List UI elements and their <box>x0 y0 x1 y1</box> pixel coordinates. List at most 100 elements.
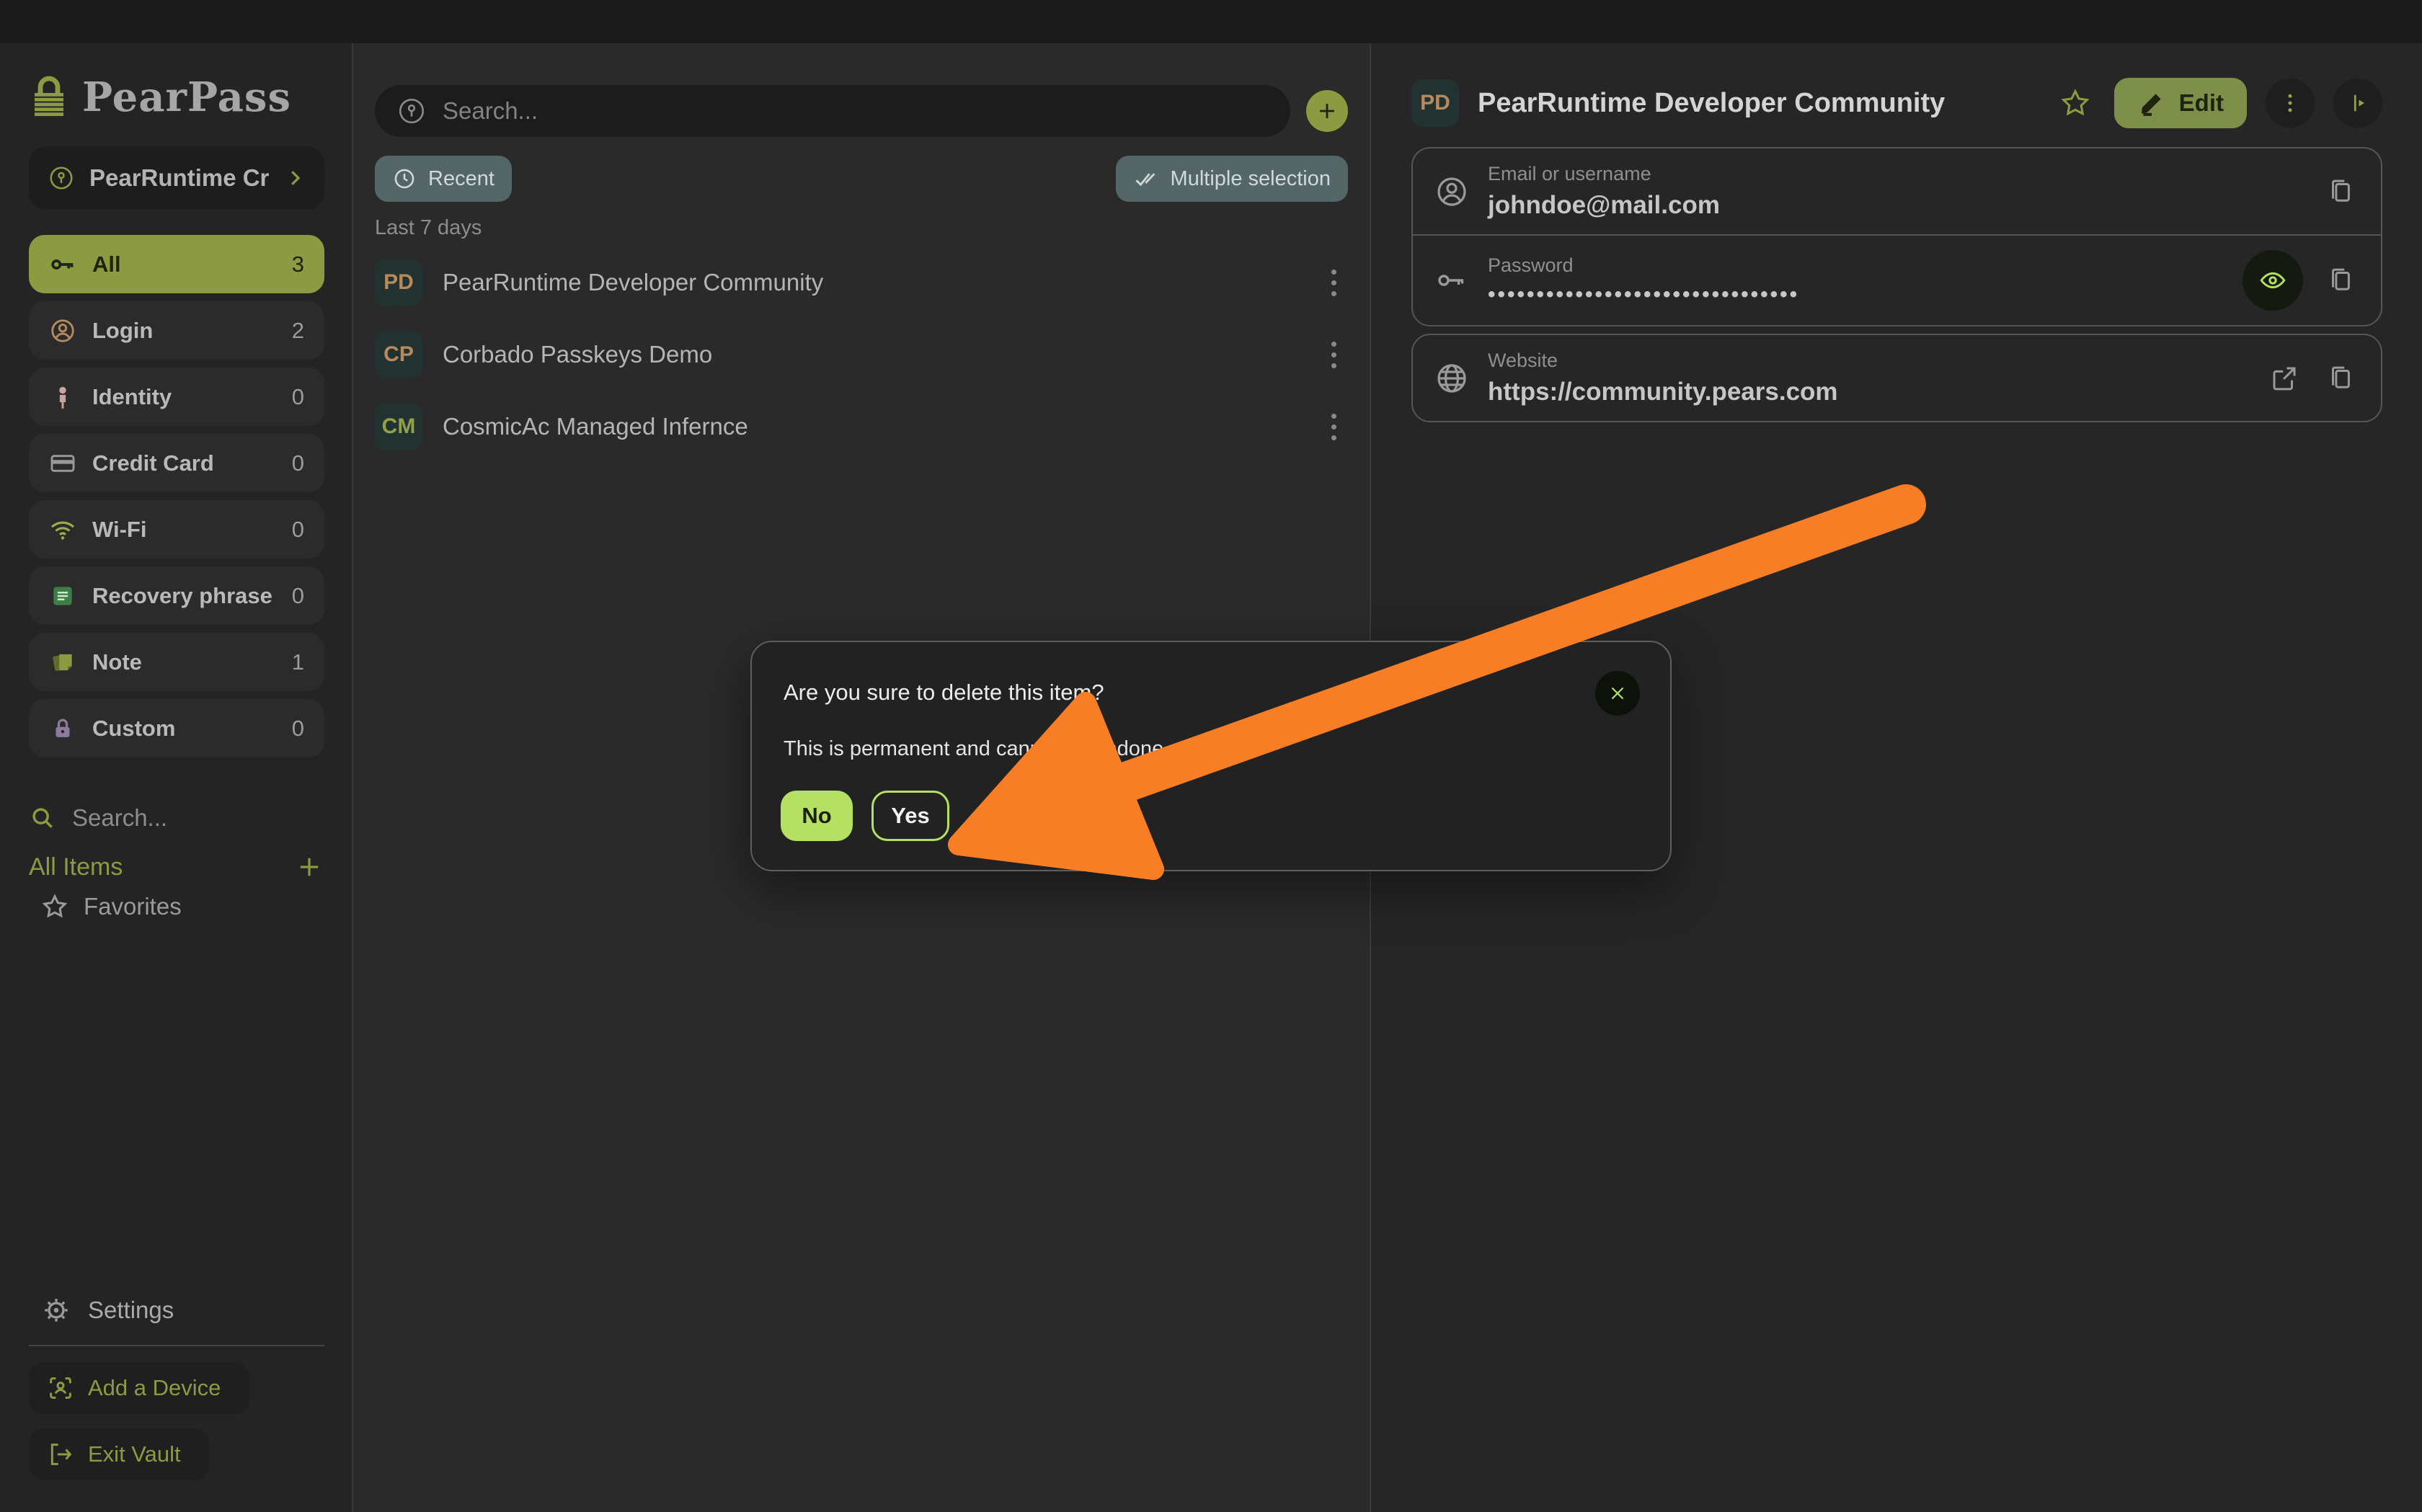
sidebar-item-count: 3 <box>292 252 304 277</box>
detail-title: PearRuntime Developer Community <box>1478 88 2036 119</box>
password-field-label: Password <box>1488 254 2224 277</box>
sidebar-item-recovery-phrase[interactable]: Recovery phrase 0 <box>29 566 324 625</box>
list-group-header: Last 7 days <box>375 216 482 240</box>
add-folder-icon[interactable] <box>294 852 324 882</box>
favorites-label: Favorites <box>84 893 182 920</box>
item-avatar: CM <box>375 403 422 450</box>
sidebar-item-wifi[interactable]: Wi-Fi 0 <box>29 500 324 559</box>
sidebar-divider <box>29 1345 324 1346</box>
list-item[interactable]: CP Corbado Passkeys Demo <box>375 319 1348 391</box>
item-title: PearRuntime Developer Community <box>443 269 1299 296</box>
sidebar-item-label: Custom <box>92 716 276 742</box>
identity-person-icon <box>49 383 76 411</box>
add-device-button[interactable]: Add a Device <box>29 1362 249 1414</box>
sidebar-item-settings[interactable]: Settings <box>40 1289 174 1332</box>
sidebar-item-favorites[interactable]: Favorites <box>40 885 324 928</box>
sidebar-item-label: Login <box>92 318 276 344</box>
item-avatar: PD <box>375 259 422 306</box>
settings-label: Settings <box>88 1297 174 1324</box>
item-menu-button[interactable] <box>1319 337 1348 372</box>
toggle-password-visibility-button[interactable] <box>2243 250 2303 311</box>
item-avatar: CP <box>375 331 422 378</box>
copy-icon <box>2325 363 2356 393</box>
list-search-input[interactable]: Search... <box>375 85 1290 137</box>
wifi-icon <box>49 516 76 543</box>
recent-chip-label: Recent <box>428 167 494 191</box>
list-item[interactable]: CM CosmicAc Managed Infernce <box>375 391 1348 463</box>
item-title: Corbado Passkeys Demo <box>443 341 1299 368</box>
detail-header: PD PearRuntime Developer Community Edit <box>1411 78 2382 128</box>
website-card: Website https://community.pears.com <box>1411 334 2382 422</box>
star-icon <box>40 892 69 921</box>
add-device-label: Add a Device <box>88 1375 221 1401</box>
sidebar-item-note[interactable]: Note 1 <box>29 633 324 691</box>
yes-button[interactable]: Yes <box>871 791 949 841</box>
plus-icon <box>1315 99 1339 123</box>
pearpass-lock-icon <box>29 74 69 120</box>
email-field-value: johndoe@mail.com <box>1488 191 2303 220</box>
collapse-panel-button[interactable] <box>2333 79 2382 128</box>
open-website-button[interactable] <box>2266 360 2303 397</box>
chevron-right-icon <box>284 167 306 189</box>
add-device-scan-icon <box>46 1374 75 1402</box>
recovery-phrase-icon <box>49 582 76 610</box>
vault-name: PearRuntime Cre... <box>89 164 270 192</box>
sidebar-search-input[interactable]: Search... <box>29 796 324 840</box>
clock-icon <box>392 166 417 191</box>
favorite-button[interactable] <box>2055 83 2095 123</box>
email-field-row: Email or username johndoe@mail.com <box>1413 148 2381 234</box>
double-check-icon <box>1133 166 1159 192</box>
credentials-card: Email or username johndoe@mail.com Passw… <box>1411 147 2382 326</box>
window-title-bar <box>0 0 2422 43</box>
key-icon <box>1434 263 1469 298</box>
credit-card-icon <box>49 450 76 477</box>
sidebar: PearPass PearRuntime Cre... All 3 Log <box>0 43 353 1512</box>
all-items-label[interactable]: All Items <box>29 853 294 881</box>
vault-switcher-button[interactable]: PearRuntime Cre... <box>29 146 324 210</box>
website-field-value: https://community.pears.com <box>1488 378 2247 406</box>
dialog-close-button[interactable] <box>1595 671 1640 716</box>
eye-icon <box>2258 265 2288 295</box>
sidebar-item-login[interactable]: Login 2 <box>29 301 324 360</box>
dialog-buttons: No Yes <box>781 791 949 841</box>
copy-password-button[interactable] <box>2322 262 2359 299</box>
sidebar-item-identity[interactable]: Identity 0 <box>29 368 324 426</box>
multiple-selection-chip[interactable]: Multiple selection <box>1116 156 1348 202</box>
edit-button-label: Edit <box>2179 89 2224 117</box>
sidebar-item-all[interactable]: All 3 <box>29 235 324 293</box>
exit-vault-button[interactable]: Exit Vault <box>29 1428 209 1480</box>
category-nav: All 3 Login 2 Identity 0 <box>29 235 324 757</box>
person-circle-icon <box>1434 174 1469 209</box>
list-search-row: Search... <box>375 85 1348 137</box>
recent-filter-chip[interactable]: Recent <box>375 156 512 202</box>
sidebar-item-label: Identity <box>92 384 276 410</box>
sidebar-item-count: 0 <box>292 716 304 742</box>
sidebar-item-label: Note <box>92 649 276 675</box>
dialog-warning: This is permanent and cannot be undone <box>784 737 1163 761</box>
filter-chips-row: Recent Multiple selection <box>375 156 1348 202</box>
website-field-row: Website https://community.pears.com <box>1413 335 2381 421</box>
list-item[interactable]: PD PearRuntime Developer Community <box>375 246 1348 319</box>
kebab-menu-icon <box>2277 90 2303 116</box>
person-circle-icon <box>49 317 76 344</box>
add-item-button[interactable] <box>1306 90 1348 132</box>
detail-avatar: PD <box>1411 79 1459 127</box>
exit-vault-label: Exit Vault <box>88 1441 181 1467</box>
more-options-button[interactable] <box>2266 79 2315 128</box>
copy-website-button[interactable] <box>2322 360 2359 397</box>
item-menu-button[interactable] <box>1319 409 1348 444</box>
sidebar-item-custom[interactable]: Custom 0 <box>29 699 324 757</box>
collapse-right-icon <box>2345 90 2371 116</box>
sidebar-item-label: All <box>92 252 276 277</box>
padlock-icon <box>49 715 76 742</box>
list-search-placeholder: Search... <box>443 97 538 125</box>
sidebar-item-credit-card[interactable]: Credit Card 0 <box>29 434 324 492</box>
note-icon <box>49 649 76 676</box>
sidebar-item-count: 0 <box>292 384 304 410</box>
edit-button[interactable]: Edit <box>2114 78 2247 128</box>
copy-email-button[interactable] <box>2322 173 2359 210</box>
item-menu-button[interactable] <box>1319 265 1348 300</box>
search-icon <box>29 804 56 832</box>
sidebar-item-count: 2 <box>292 318 304 344</box>
no-button[interactable]: No <box>781 791 853 841</box>
